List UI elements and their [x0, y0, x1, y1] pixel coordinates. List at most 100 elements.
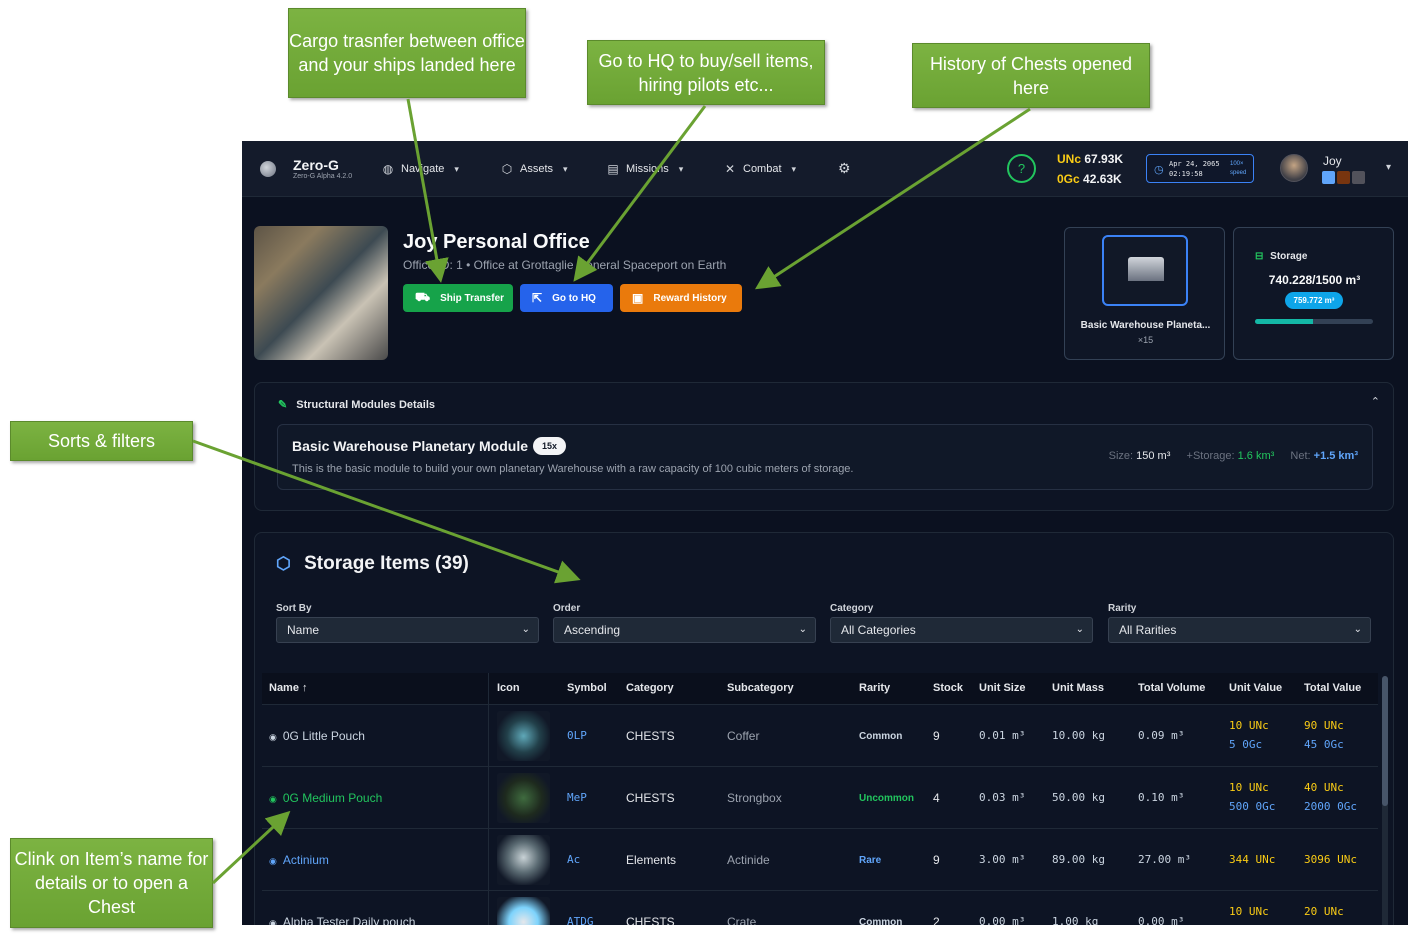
help-icon[interactable]: ?	[1007, 154, 1036, 183]
eye-icon: ◉	[269, 732, 277, 742]
item-name: 0G Little Pouch	[282, 729, 365, 743]
item-total-volume: 0.10 m³	[1138, 791, 1185, 804]
chevron-down-icon[interactable]: ▾	[1386, 162, 1391, 173]
callout-sorts: Sorts & filters	[10, 421, 193, 461]
warehouse-card[interactable]: Basic Warehouse Planeta... ×15	[1064, 227, 1225, 360]
storage-label-text: Storage	[1270, 251, 1308, 262]
item-name-link[interactable]: ◉ Alpha Tester Daily pouch	[269, 915, 415, 925]
col-total-value[interactable]: Total Value	[1304, 682, 1361, 694]
item-total-value-unc: 90 UNc	[1304, 719, 1344, 732]
item-category: CHESTS	[626, 729, 675, 743]
chevron-down-icon: ▾	[678, 163, 684, 174]
cube-icon: ⬡	[501, 162, 513, 176]
net-value: +1.5 km³	[1313, 450, 1358, 462]
eye-icon: ◉	[269, 918, 277, 925]
item-unit-value-unc: 10 UNc	[1229, 719, 1269, 732]
item-subcategory: Coffer	[727, 729, 760, 743]
item-symbol: MeP	[567, 791, 587, 804]
item-total-volume: 0.09 m³	[1138, 729, 1185, 742]
planet-logo-icon[interactable]	[260, 161, 276, 177]
item-subcategory: Crate	[727, 915, 757, 925]
storage-add-value: 1.6 km³	[1237, 450, 1275, 462]
col-name[interactable]: Name ↑	[269, 682, 308, 694]
col-symbol[interactable]: Symbol	[567, 682, 607, 694]
chevron-down-icon: ⌄	[521, 624, 530, 635]
structural-heading[interactable]: ✎ Structural Modules Details	[278, 398, 435, 411]
gear-icon[interactable]: ⚙	[838, 160, 851, 177]
chevron-down-icon: ▾	[791, 163, 797, 174]
scrollbar-thumb[interactable]	[1382, 676, 1388, 806]
item-stock: 4	[933, 791, 940, 805]
col-total-volume[interactable]: Total Volume	[1138, 682, 1205, 694]
item-unit-mass: 89.00 kg	[1052, 853, 1105, 866]
category-label: Category	[830, 603, 874, 614]
sort-by-select[interactable]: Name ⌄	[276, 617, 539, 643]
item-name: Alpha Tester Daily pouch	[282, 915, 416, 925]
badge-icon	[1322, 171, 1335, 184]
col-category[interactable]: Category	[626, 682, 674, 694]
chevron-down-icon: ⌄	[1075, 624, 1084, 635]
eye-icon: ◉	[269, 794, 277, 804]
reward-history-button[interactable]: ▣ Reward History	[620, 284, 742, 312]
item-unit-size: 0.00 m³	[979, 915, 1026, 925]
ogc-balance: 0Gc 42.63K	[1057, 172, 1122, 186]
item-unit-value-unc: 10 UNc	[1229, 781, 1269, 794]
item-total-value-ogc: 45 0Gc	[1304, 738, 1344, 751]
item-name-link[interactable]: ◉ 0G Medium Pouch	[269, 791, 382, 805]
table-row: ◉ Actinium Ac Elements Actinide Rare 9 3.…	[262, 828, 1378, 890]
unc-label: UNc	[1057, 152, 1082, 166]
eye-icon: ◉	[269, 856, 277, 866]
callout-click: Clink on Item’s name for details or to o…	[10, 838, 213, 928]
element-item-icon	[497, 835, 550, 885]
category-select[interactable]: All Categories ⌄	[830, 617, 1093, 643]
nav-combat-label: Combat	[743, 163, 782, 175]
storage-value: 740.228/1500 m³	[1268, 273, 1361, 287]
storage-label: ⊟ Storage	[1255, 251, 1307, 262]
item-unit-mass: 10.00 kg	[1052, 729, 1105, 742]
nav-missions-label: Missions	[626, 163, 669, 175]
badge-icon	[1352, 171, 1365, 184]
ship-icon: ⛟	[415, 290, 431, 304]
col-unit-size[interactable]: Unit Size	[979, 682, 1025, 694]
net-label: Net:	[1290, 450, 1311, 462]
rarity-value: All Rarities	[1119, 623, 1177, 637]
ship-transfer-button[interactable]: ⛟ Ship Transfer	[403, 284, 513, 312]
unc-value: 67.93K	[1084, 152, 1124, 166]
item-category: CHESTS	[626, 915, 675, 925]
game-clock[interactable]: ◷ Apr 24, 2065 02:19:58 100× speed	[1146, 154, 1254, 183]
warehouse-thumbnail	[1102, 235, 1188, 306]
nav-missions[interactable]: ▤ Missions ▾	[606, 160, 683, 178]
go-to-hq-button[interactable]: ⇱ Go to HQ	[520, 284, 613, 312]
brand-name[interactable]: Zero-G	[293, 157, 339, 173]
item-rarity: Common	[859, 731, 903, 742]
chevron-down-icon: ⌄	[798, 624, 807, 635]
nav-navigate[interactable]: ◍ Navigate ▾	[381, 160, 459, 178]
chevron-up-icon[interactable]: ⌃	[1371, 395, 1380, 408]
order-value: Ascending	[564, 623, 621, 637]
order-label: Order	[553, 603, 581, 614]
item-name-link[interactable]: ◉ 0G Little Pouch	[269, 729, 365, 743]
col-unit-value[interactable]: Unit Value	[1229, 682, 1282, 694]
item-total-volume: 27.00 m³	[1138, 853, 1191, 866]
col-unit-mass[interactable]: Unit Mass	[1052, 682, 1104, 694]
chevron-down-icon: ▾	[563, 163, 568, 174]
avatar[interactable]	[1280, 154, 1308, 182]
item-category: CHESTS	[626, 791, 675, 805]
clock-speed-value: 100×	[1230, 161, 1244, 167]
rarity-select[interactable]: All Rarities ⌄	[1108, 617, 1371, 643]
order-select[interactable]: Ascending ⌄	[553, 617, 816, 643]
item-total-value-ogc: 2000 0Gc	[1304, 800, 1357, 813]
user-name[interactable]: Joy	[1323, 154, 1342, 168]
structural-modules-panel: ✎ Structural Modules Details ⌃ Basic War…	[254, 382, 1394, 511]
item-name-link[interactable]: ◉ Actinium	[269, 853, 329, 867]
col-rarity[interactable]: Rarity	[859, 682, 890, 694]
app-window: Zero-G Zero-G Alpha 4.2.0 ◍ Navigate ▾ ⬡…	[242, 141, 1408, 925]
table-scrollbar[interactable]	[1382, 676, 1388, 925]
nav-combat[interactable]: ✕ Combat ▾	[723, 160, 796, 178]
go-to-hq-label: Go to HQ	[552, 292, 596, 304]
chevron-down-icon: ⌄	[1353, 624, 1362, 635]
col-subcategory[interactable]: Subcategory	[727, 682, 794, 694]
col-stock[interactable]: Stock	[933, 682, 963, 694]
nav-assets[interactable]: ⬡ Assets ▾	[500, 160, 568, 178]
table-row: ◉ Alpha Tester Daily pouch ATDG CHESTS Cr…	[262, 890, 1378, 925]
